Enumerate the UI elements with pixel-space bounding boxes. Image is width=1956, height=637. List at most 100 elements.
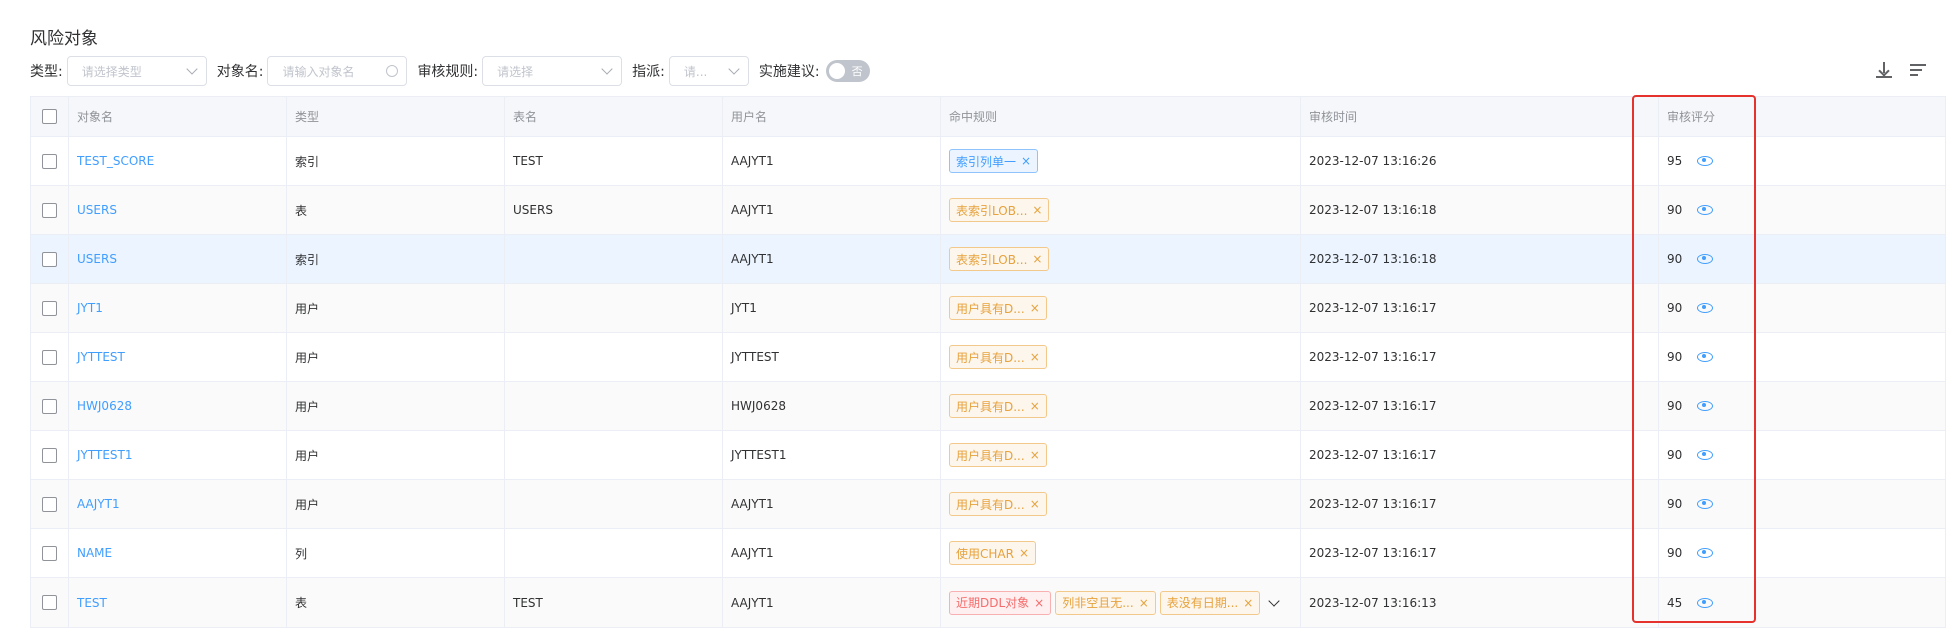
rule-tag[interactable]: 用户具有D... × <box>949 394 1047 418</box>
close-icon[interactable]: × <box>1030 350 1040 364</box>
table-row[interactable]: NAME 列 AAJYT1 使用CHAR × 2023-12-07 13:16:17 90 <box>31 529 1945 578</box>
row-checkbox[interactable] <box>42 300 57 316</box>
name-input[interactable]: 请输入对象名 <box>267 56 408 86</box>
chevron-down-icon[interactable] <box>1268 594 1280 607</box>
close-icon[interactable]: × <box>1030 399 1040 413</box>
eye-icon[interactable] <box>1697 450 1713 460</box>
assign-select-placeholder: 请... <box>683 64 708 79</box>
rule-tag[interactable]: 用户具有D... × <box>949 443 1047 467</box>
row-checkbox[interactable] <box>42 398 57 414</box>
row-checkbox[interactable] <box>42 202 57 218</box>
rule-tag[interactable]: 列非空且无... × <box>1055 590 1156 615</box>
header-time[interactable]: 审核时间 <box>1301 97 1659 136</box>
close-icon[interactable]: × <box>1139 596 1149 610</box>
eye-icon[interactable] <box>1697 548 1713 558</box>
close-icon[interactable]: × <box>1243 596 1253 610</box>
row-checkbox[interactable] <box>42 349 57 365</box>
score-cell: 90 <box>1659 431 1945 479</box>
close-icon[interactable]: × <box>1021 154 1031 168</box>
download-icon[interactable] <box>1874 60 1894 80</box>
object-name-cell: USERS <box>69 235 287 283</box>
close-icon[interactable]: × <box>1030 301 1040 315</box>
type-cell: 列 <box>287 529 505 577</box>
close-icon[interactable]: × <box>1032 203 1042 217</box>
audit-time-cell: 2023-12-07 13:16:13 <box>1301 578 1659 627</box>
rule-tag-label: 索引列单一 <box>956 154 1017 169</box>
rule-tag[interactable]: 近期DDL对象 × <box>949 590 1052 615</box>
audit-time-cell: 2023-12-07 13:16:17 <box>1301 382 1659 430</box>
object-name-link[interactable]: TEST <box>77 596 107 610</box>
close-icon[interactable]: × <box>1019 546 1029 560</box>
object-name-link[interactable]: TEST_SCORE <box>77 154 154 168</box>
rule-tag[interactable]: 索引列单一 × <box>949 149 1039 173</box>
row-checkbox[interactable] <box>42 447 57 463</box>
row-select-cell <box>31 186 69 234</box>
row-checkbox[interactable] <box>42 251 57 267</box>
clear-icon <box>386 65 399 77</box>
object-name-link[interactable]: AAJYT1 <box>77 497 120 511</box>
header-table[interactable]: 表名 <box>505 97 723 136</box>
row-select-cell <box>31 578 69 627</box>
object-name-link[interactable]: USERS <box>77 203 117 217</box>
table-row[interactable]: HWJ0628 用户 HWJ0628 用户具有D... × 2023-12-07 13:1… <box>31 382 1945 431</box>
table-row[interactable]: JYTTEST1 用户 JYTTEST1 用户具有D... × 2023-12-07 13… <box>31 431 1945 480</box>
eye-icon[interactable] <box>1697 597 1713 608</box>
rule-tag[interactable]: 用户具有D... × <box>949 296 1047 320</box>
type-cell: 索引 <box>287 235 505 283</box>
rule-tag[interactable]: 用户具有D... × <box>949 345 1047 369</box>
assign-select[interactable]: 请... <box>668 56 749 86</box>
close-icon[interactable]: × <box>1030 448 1040 462</box>
table-row[interactable]: USERS 表 USERS AAJYT1 表索引LOB... × 2023-12-07 13… <box>31 186 1945 235</box>
eye-icon[interactable] <box>1697 156 1713 166</box>
table-row[interactable]: TEST_SCORE 索引 TEST AAJYT1 索引列单一 × 2023-12-07 1… <box>31 137 1945 186</box>
eye-icon[interactable] <box>1697 352 1713 362</box>
eye-icon[interactable] <box>1697 499 1713 509</box>
eye-icon[interactable] <box>1697 205 1713 215</box>
close-icon[interactable]: × <box>1030 497 1040 511</box>
header-type[interactable]: 类型 <box>287 97 505 136</box>
rules-cell: 表索引LOB... × <box>941 235 1301 283</box>
advice-toggle[interactable]: 否 <box>825 60 870 82</box>
object-name-cell: JYTTEST <box>69 333 287 381</box>
header-rules[interactable]: 命中规则 <box>941 97 1301 136</box>
table-row[interactable]: TEST 表 TEST AAJYT1 近期DDL对象 × 列非空且无... × 表没有日期...… <box>31 578 1945 627</box>
rule-tag[interactable]: 表没有日期... × <box>1159 590 1261 615</box>
object-name-link[interactable]: JYTTEST1 <box>77 448 132 462</box>
row-checkbox[interactable] <box>42 153 57 169</box>
table-row[interactable]: JYTTEST 用户 JYTTEST 用户具有D... × 2023-12-07 13:1… <box>31 333 1945 382</box>
object-name-link[interactable]: NAME <box>77 546 112 560</box>
header-user[interactable]: 用户名 <box>723 97 941 136</box>
audit-time-cell: 2023-12-07 13:16:26 <box>1301 137 1659 185</box>
row-checkbox[interactable] <box>42 595 57 610</box>
table-row[interactable]: JYT1 用户 JYT1 用户具有D... × 2023-12-07 13:16:17 90 <box>31 284 1945 333</box>
rules-cell: 用户具有D... × <box>941 431 1301 479</box>
object-name-link[interactable]: JYT1 <box>77 301 103 315</box>
object-name-link[interactable]: JYTTEST <box>77 350 125 364</box>
table-row[interactable]: USERS 索引 AAJYT1 表索引LOB... × 2023-12-07 13:16:… <box>31 235 1945 284</box>
row-checkbox[interactable] <box>42 496 57 512</box>
rule-tag[interactable]: 表索引LOB... × <box>949 198 1050 222</box>
column-settings-icon[interactable] <box>1908 60 1928 80</box>
audit-time-cell: 2023-12-07 13:16:17 <box>1301 480 1659 528</box>
risk-objects-table: 对象名 类型 表名 用户名 命中规则 审核时间 审核评分 TEST_SCORE 索… <box>30 96 1946 628</box>
object-name-link[interactable]: HWJ0628 <box>77 399 132 413</box>
object-name-cell: TEST_SCORE <box>69 137 287 185</box>
header-score[interactable]: 审核评分 <box>1659 97 1945 136</box>
close-icon[interactable]: × <box>1032 252 1042 266</box>
table-row[interactable]: AAJYT1 用户 AAJYT1 用户具有D... × 2023-12-07 13:16:… <box>31 480 1945 529</box>
header-name[interactable]: 对象名 <box>69 97 287 136</box>
select-all-checkbox[interactable] <box>42 109 57 124</box>
eye-icon[interactable] <box>1697 401 1713 411</box>
rule-tag[interactable]: 表索引LOB... × <box>949 247 1050 271</box>
eye-icon[interactable] <box>1697 303 1713 313</box>
chevron-down-icon <box>728 63 740 75</box>
type-select[interactable]: 请选择类型 <box>66 56 207 86</box>
rule-tag[interactable]: 用户具有D... × <box>949 492 1047 516</box>
advice-filter-label: 实施建议: <box>758 64 820 80</box>
eye-icon[interactable] <box>1697 254 1713 264</box>
object-name-link[interactable]: USERS <box>77 252 117 266</box>
close-icon[interactable]: × <box>1034 596 1044 610</box>
row-checkbox[interactable] <box>42 545 57 561</box>
rule-select[interactable]: 请选择 <box>482 56 623 86</box>
rule-tag[interactable]: 使用CHAR × <box>949 541 1037 565</box>
